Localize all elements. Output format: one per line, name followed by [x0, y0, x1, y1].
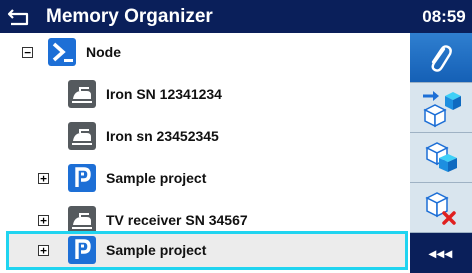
back-arrow-icon [7, 8, 29, 25]
tree-row-appliance[interactable]: Iron sn 23452345 [0, 117, 410, 156]
tree-item-label: Node [86, 44, 121, 60]
appliance-icon [68, 80, 96, 108]
back-button[interactable] [0, 0, 40, 33]
action-sidebar: ◂◂◂ [410, 33, 472, 273]
clone-structure-button[interactable] [410, 133, 472, 183]
tree-item-label: Sample project [106, 170, 207, 186]
project-icon [68, 236, 96, 264]
project-icon [68, 164, 96, 192]
add-structure-button[interactable] [410, 83, 472, 133]
expand-toggle[interactable]: + [38, 173, 49, 184]
clock: 08:59 [422, 6, 466, 26]
tree-item-label: TV receiver SN 34567 [106, 212, 248, 228]
tree-row-project-selected[interactable]: + Sample project [6, 231, 408, 270]
appliance-icon [68, 122, 96, 150]
delete-structure-button[interactable] [410, 183, 472, 233]
clone-structure-icon [425, 141, 457, 172]
tree-item-label: Iron SN 12341234 [106, 86, 222, 102]
delete-structure-icon [425, 191, 456, 225]
tree-item-label: Sample project [106, 242, 207, 258]
add-structure-icon [423, 90, 461, 127]
more-options-button[interactable]: ◂◂◂ [410, 233, 472, 273]
attach-button[interactable] [410, 33, 472, 83]
node-icon [48, 38, 76, 66]
tree-row-project[interactable]: + Sample project [0, 159, 410, 198]
expand-toggle[interactable]: + [38, 215, 49, 226]
title-bar: Memory Organizer 08:59 [0, 0, 472, 33]
tree-item-label: Iron sn 23452345 [106, 128, 219, 144]
memory-tree: − Node Iron SN 12341234 Iron sn 23452345… [0, 33, 410, 273]
tree-row-appliance[interactable]: Iron SN 12341234 [0, 75, 410, 114]
collapse-toggle[interactable]: − [22, 47, 33, 58]
paperclip-icon [431, 44, 452, 72]
expand-toggle[interactable]: + [38, 245, 49, 256]
appliance-icon [68, 206, 96, 234]
tree-row-node[interactable]: − Node [0, 33, 410, 72]
page-title: Memory Organizer [46, 5, 213, 27]
